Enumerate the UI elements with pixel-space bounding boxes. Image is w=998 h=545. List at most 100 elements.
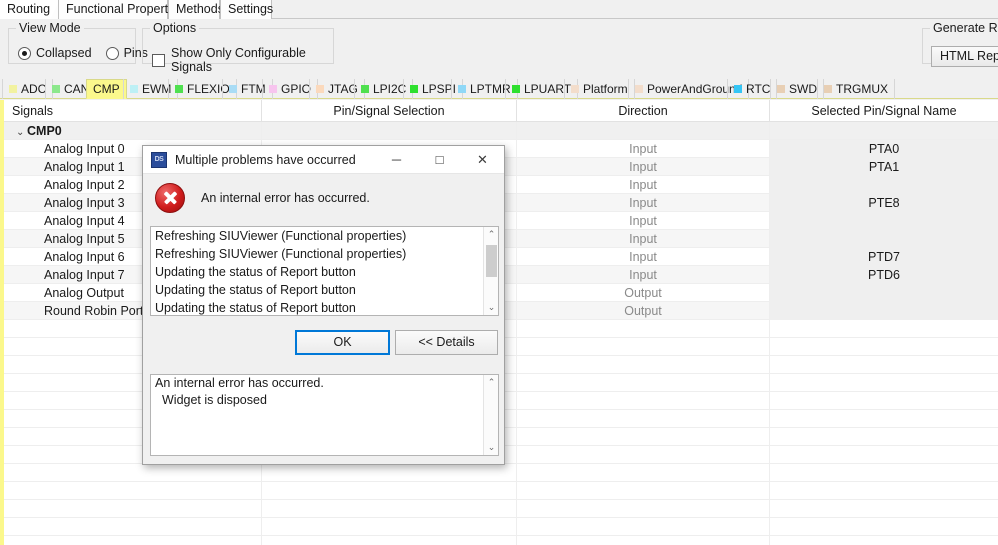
scroll-up-icon[interactable]: ⌃ <box>484 375 498 390</box>
problem-list-scrollbar[interactable]: ⌃ ⌄ <box>483 227 498 315</box>
radio-collapsed-indicator <box>18 46 31 60</box>
powerandground-color-swatch-icon <box>635 85 643 93</box>
row-selected-pin-name <box>770 212 998 230</box>
scrollbar-thumb[interactable] <box>486 245 497 277</box>
can-color-swatch-icon <box>52 85 60 93</box>
ewm-color-swatch-icon <box>130 85 138 93</box>
dialog-title-bar[interactable]: DS Multiple problems have occurred ─ □ ✕ <box>143 146 504 174</box>
list-item[interactable]: Updating the status of Report button <box>151 263 498 281</box>
options-title: Options <box>150 21 200 35</box>
application-icon: DS <box>151 151 167 168</box>
view-mode-title: View Mode <box>16 21 84 35</box>
details-pane[interactable]: An internal error has occurred. Widget i… <box>150 374 499 456</box>
row-selected-pin-name: PTA1 <box>770 158 998 176</box>
row-direction: Input <box>517 248 770 266</box>
row-direction: Input <box>517 194 770 212</box>
show-only-configurable-signals-label: Show Only Configurable Signals <box>171 46 306 74</box>
generate-report-group: Generate Rep HTML Repo <box>922 21 998 67</box>
rtc-color-swatch-icon <box>734 85 742 93</box>
details-button[interactable]: << Details <box>395 330 498 355</box>
tab-settings[interactable]: Settings <box>220 0 274 19</box>
radio-collapsed-label: Collapsed <box>36 46 92 60</box>
row-direction: Input <box>517 230 770 248</box>
swd-color-swatch-icon <box>777 85 785 93</box>
column-header-direction[interactable]: Direction <box>517 100 770 122</box>
gpio-color-swatch-icon <box>269 85 277 93</box>
row-selected-pin-name <box>770 284 998 302</box>
dialog-button-row: OK << Details <box>143 322 504 360</box>
lpspi-color-swatch-icon <box>410 85 418 93</box>
editor-tab-strip: Routing Functional Properties Methods Se… <box>0 0 998 19</box>
row-direction: Input <box>517 212 770 230</box>
row-selected-pin-name: PTA0 <box>770 140 998 158</box>
tab-functional-properties-label: Functional Properties <box>66 2 185 16</box>
table-row-empty <box>4 536 998 545</box>
view-mode-radio-row: Collapsed Pins <box>18 46 148 60</box>
view-mode-group: View Mode Collapsed Pins <box>8 21 148 64</box>
row-selected-pin-name: PTD7 <box>770 248 998 266</box>
row-selected-pin-name: PTD6 <box>770 266 998 284</box>
tab-routing-label: Routing <box>7 2 51 16</box>
window-controls: ─ □ ✕ <box>375 146 504 174</box>
html-report-button[interactable]: HTML Repo <box>931 46 998 67</box>
column-header-signals[interactable]: Signals <box>4 100 262 122</box>
detail-line: An internal error has occurred. <box>155 376 324 390</box>
multiple-problems-dialog[interactable]: DS Multiple problems have occurred ─ □ ✕… <box>142 145 505 465</box>
table-row-empty <box>4 482 998 500</box>
column-header-selected-pin-signal-name[interactable]: Selected Pin/Signal Name <box>770 100 998 122</box>
row-direction: Input <box>517 158 770 176</box>
ok-button[interactable]: OK <box>295 330 390 355</box>
close-icon[interactable]: ✕ <box>461 146 504 174</box>
minimize-icon[interactable]: ─ <box>375 146 418 174</box>
row-selected-pin-name: PTE8 <box>770 194 998 212</box>
row-direction: Output <box>517 302 770 320</box>
show-only-configurable-signals-checkbox[interactable] <box>152 53 165 67</box>
list-item[interactable]: Updating the status of Report button <box>151 299 498 315</box>
group-row-signals-cell: ⌄ CMP0 <box>4 122 262 140</box>
peripheral-tab-platform[interactable]: Platform <box>564 79 635 99</box>
radio-collapsed[interactable]: Collapsed <box>18 46 92 60</box>
tab-functional-properties[interactable]: Functional Properties <box>58 0 184 19</box>
maximize-icon[interactable]: □ <box>418 146 461 174</box>
list-item[interactable]: Refreshing SIUViewer (Functional propert… <box>151 245 498 263</box>
details-pane-scrollbar[interactable]: ⌃ ⌄ <box>483 375 498 455</box>
scroll-up-icon[interactable]: ⌃ <box>484 227 498 242</box>
table-row-empty <box>4 500 998 518</box>
problem-list[interactable]: Refreshing SIUViewer (Functional propert… <box>150 226 499 316</box>
row-direction: Input <box>517 176 770 194</box>
table-header-row: Signals Pin/Signal Selection Direction S… <box>4 100 998 122</box>
group-row-label: CMP0 <box>27 124 62 138</box>
tab-settings-label: Settings <box>228 2 274 16</box>
group-row-selected-pin-cell <box>770 122 998 140</box>
row-direction: Input <box>517 266 770 284</box>
tab-methods[interactable]: Methods <box>168 0 224 19</box>
row-selected-pin-name <box>770 230 998 248</box>
list-item[interactable]: Refreshing SIUViewer (Functional propert… <box>151 227 498 245</box>
scroll-down-icon[interactable]: ⌄ <box>484 300 498 315</box>
peripheral-tab-cmp[interactable]: CMP <box>86 79 127 99</box>
trgmux-color-swatch-icon <box>824 85 832 93</box>
lpuart-color-swatch-icon <box>512 85 520 93</box>
peripheral-tab-trgmux[interactable]: TRGMUX <box>817 79 895 99</box>
row-selected-pin-name <box>770 176 998 194</box>
show-only-configurable-signals-row[interactable]: Show Only Configurable Signals <box>152 46 333 74</box>
chevron-down-icon[interactable]: ⌄ <box>16 124 27 140</box>
column-header-pin-signal-selection[interactable]: Pin/Signal Selection <box>262 100 517 122</box>
html-report-button-label: HTML Repo <box>940 49 998 63</box>
jtag-color-swatch-icon <box>316 85 324 93</box>
peripheral-tab-swd[interactable]: SWD <box>770 79 824 99</box>
flexio-color-swatch-icon <box>175 85 183 93</box>
dialog-message-area: An internal error has occurred. <box>143 174 504 222</box>
peripheral-tab-bar: ADC CAN CMP EWM FLEXIO FTM GPIO JTAG LPI… <box>0 79 998 99</box>
tab-methods-label: Methods <box>176 2 224 16</box>
details-button-label: << Details <box>418 335 475 349</box>
generate-report-title: Generate Rep <box>930 21 998 35</box>
lpi2c-color-swatch-icon <box>361 85 369 93</box>
table-group-row-cmp0[interactable]: ⌄ CMP0 <box>4 122 998 140</box>
list-item[interactable]: Updating the status of Report button <box>151 281 498 299</box>
lptmr-color-swatch-icon <box>458 85 466 93</box>
options-group: Options Show Only Configurable Signals <box>142 21 334 74</box>
scroll-down-icon[interactable]: ⌄ <box>484 440 498 455</box>
detail-line: Widget is disposed <box>162 393 267 407</box>
group-row-selection-cell <box>262 122 517 140</box>
